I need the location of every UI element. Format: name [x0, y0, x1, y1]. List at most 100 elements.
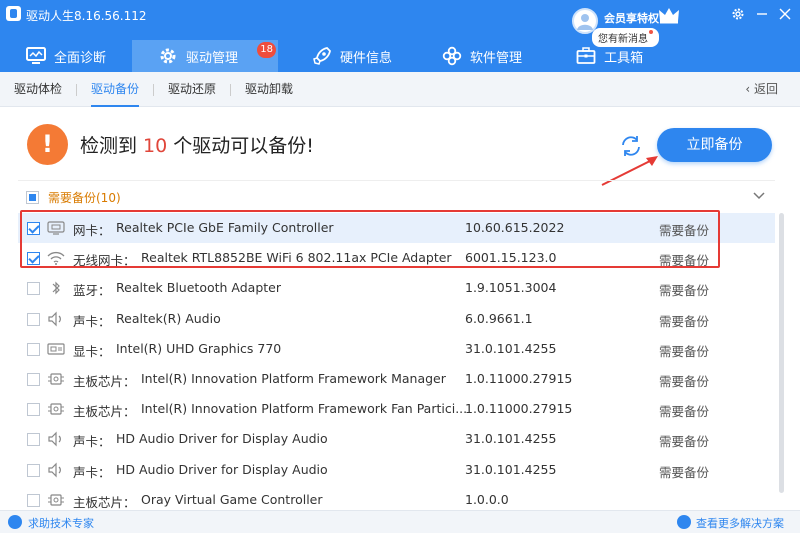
settings-icon	[732, 8, 744, 20]
nav-software-manage[interactable]: 软件管理	[416, 40, 536, 72]
vip-label[interactable]: 会员享特权	[604, 10, 659, 26]
unread-dot	[649, 30, 653, 34]
new-message-bubble[interactable]: 您有新消息	[592, 28, 659, 47]
group-label: 需要备份(10)	[48, 191, 121, 205]
close-button[interactable]	[775, 4, 795, 24]
driver-version: 31.0.101.4255	[465, 340, 557, 356]
title-bar: 驱动人生8.16.56.112 全面诊断 驱动管理 18 硬件信息 软件管理 工…	[0, 0, 800, 72]
device-name: Intel(R) Innovation Platform Framework M…	[141, 370, 446, 386]
chip-icon	[48, 403, 64, 415]
footer-bar: 求助技术专家 查看更多解决方案	[0, 510, 800, 533]
table-row[interactable]: 声卡： Realtek(R) Audio 6.0.9661.1 需要备份	[18, 304, 775, 334]
nav-label: 软件管理	[470, 50, 523, 66]
backup-group-header[interactable]: 需要备份(10)	[18, 180, 775, 210]
device-type: 显卡：	[73, 343, 111, 359]
chevron-down-icon[interactable]	[753, 191, 765, 201]
nav-label: 驱动管理	[186, 50, 239, 66]
scrollbar[interactable]	[779, 213, 784, 493]
speaker-icon	[48, 462, 61, 477]
tab-driver-check[interactable]: 驱动体检	[14, 72, 62, 107]
close-icon	[779, 8, 791, 20]
tab-divider	[230, 84, 231, 96]
minimize-button[interactable]	[752, 4, 772, 24]
device-type: 主板芯片：	[73, 373, 136, 389]
device-name: HD Audio Driver for Display Audio	[116, 461, 328, 477]
device-type: 声卡：	[73, 464, 111, 480]
toolbox-icon	[576, 46, 596, 66]
device-type: 声卡：	[73, 313, 111, 329]
device-name: Intel(R) UHD Graphics 770	[116, 340, 282, 356]
backup-now-button[interactable]: 立即备份	[657, 128, 772, 162]
row-checkbox[interactable]	[27, 433, 40, 447]
device-type: 蓝牙：	[73, 283, 111, 299]
device-name: Realtek Bluetooth Adapter	[116, 280, 281, 296]
gear-icon	[158, 46, 178, 66]
tab-driver-uninstall[interactable]: 驱动卸载	[245, 72, 293, 107]
crown-icon	[658, 6, 680, 24]
table-row[interactable]: 主板芯片： Intel(R) Innovation Platform Frame…	[18, 394, 775, 424]
main-nav: 全面诊断 驱动管理 18 硬件信息 软件管理 工具箱	[0, 40, 657, 72]
update-count-badge: 18	[257, 42, 277, 58]
group-checkbox[interactable]	[26, 191, 39, 204]
device-type: 声卡：	[73, 434, 111, 450]
scan-result-headline: 检测到 10 个驱动可以备份!	[80, 135, 314, 157]
tab-driver-restore[interactable]: 驱动还原	[168, 72, 216, 107]
nav-driver-manage[interactable]: 驱动管理 18	[132, 40, 279, 72]
nav-label: 工具箱	[604, 50, 644, 66]
more-solutions-link[interactable]: 查看更多解决方案	[696, 515, 784, 531]
row-checkbox[interactable]	[27, 493, 40, 507]
nav-hardware-info[interactable]: 硬件信息	[286, 40, 406, 72]
status-text: 需要备份	[659, 373, 710, 389]
device-name: HD Audio Driver for Display Audio	[116, 431, 328, 447]
device-type: 主板芯片：	[73, 404, 136, 420]
chip-icon	[48, 494, 64, 506]
status-text: 需要备份	[659, 313, 710, 329]
monitor-icon	[26, 46, 46, 66]
nav-diagnose[interactable]: 全面诊断	[0, 40, 120, 72]
table-row[interactable]: 主板芯片： Intel(R) Innovation Platform Frame…	[18, 364, 775, 394]
nav-label: 硬件信息	[340, 50, 393, 66]
driver-version: 31.0.101.4255	[465, 431, 557, 447]
row-checkbox[interactable]	[27, 463, 40, 477]
settings-button[interactable]	[728, 4, 748, 24]
device-name: Realtek(R) Audio	[116, 310, 221, 326]
table-row[interactable]: 声卡： HD Audio Driver for Display Audio 31…	[18, 455, 775, 485]
driver-version: 1.0.11000.27915	[465, 401, 573, 417]
back-button[interactable]: ‹ 返回	[745, 72, 778, 107]
warning-icon: !	[27, 124, 68, 165]
device-name: Oray Virtual Game Controller	[141, 491, 323, 507]
row-checkbox[interactable]	[27, 282, 40, 296]
status-text: 需要备份	[659, 283, 710, 299]
row-checkbox[interactable]	[27, 312, 40, 326]
row-checkbox[interactable]	[27, 372, 40, 386]
table-row[interactable]: 显卡： Intel(R) UHD Graphics 770 31.0.101.4…	[18, 334, 775, 364]
status-text: 需要备份	[659, 343, 710, 359]
table-row[interactable]: 蓝牙： Realtek Bluetooth Adapter 1.9.1051.3…	[18, 273, 775, 303]
app-title: 驱动人生8.16.56.112	[26, 9, 147, 23]
support-icon	[8, 515, 22, 529]
ask-expert-link[interactable]: 求助技术专家	[28, 515, 94, 531]
app-window: 驱动人生8.16.56.112 全面诊断 驱动管理 18 硬件信息 软件管理 工…	[0, 0, 800, 533]
sub-tab-bar: 驱动体检 驱动备份 驱动还原 驱动卸载 ‹ 返回	[0, 72, 800, 107]
status-text: 需要备份	[659, 404, 710, 420]
row-checkbox[interactable]	[27, 403, 40, 417]
speaker-icon	[48, 431, 61, 447]
tab-divider	[153, 84, 154, 96]
table-row[interactable]: 声卡： HD Audio Driver for Display Audio 31…	[18, 424, 775, 454]
graphics-card-icon	[47, 343, 65, 355]
row-checkbox[interactable]	[27, 342, 40, 356]
status-text: 需要备份	[659, 434, 710, 450]
driver-version: 6.0.9661.1	[465, 310, 533, 326]
grid-flower-icon	[442, 46, 462, 66]
driver-version: 1.0.0.0	[465, 491, 509, 507]
annotation-highlight-box	[20, 210, 720, 268]
device-name: Intel(R) Innovation Platform Framework F…	[141, 401, 468, 417]
rocket-icon	[312, 46, 332, 66]
user-panel[interactable]: 会员享特权 您有新消息	[570, 6, 710, 47]
bluetooth-icon	[52, 281, 60, 295]
driver-count: 10	[143, 135, 168, 157]
tab-driver-backup[interactable]: 驱动备份	[91, 72, 140, 107]
driver-version: 1.9.1051.3004	[465, 280, 557, 296]
lightbulb-icon	[677, 515, 691, 529]
chevron-left-icon: ‹	[745, 82, 754, 96]
